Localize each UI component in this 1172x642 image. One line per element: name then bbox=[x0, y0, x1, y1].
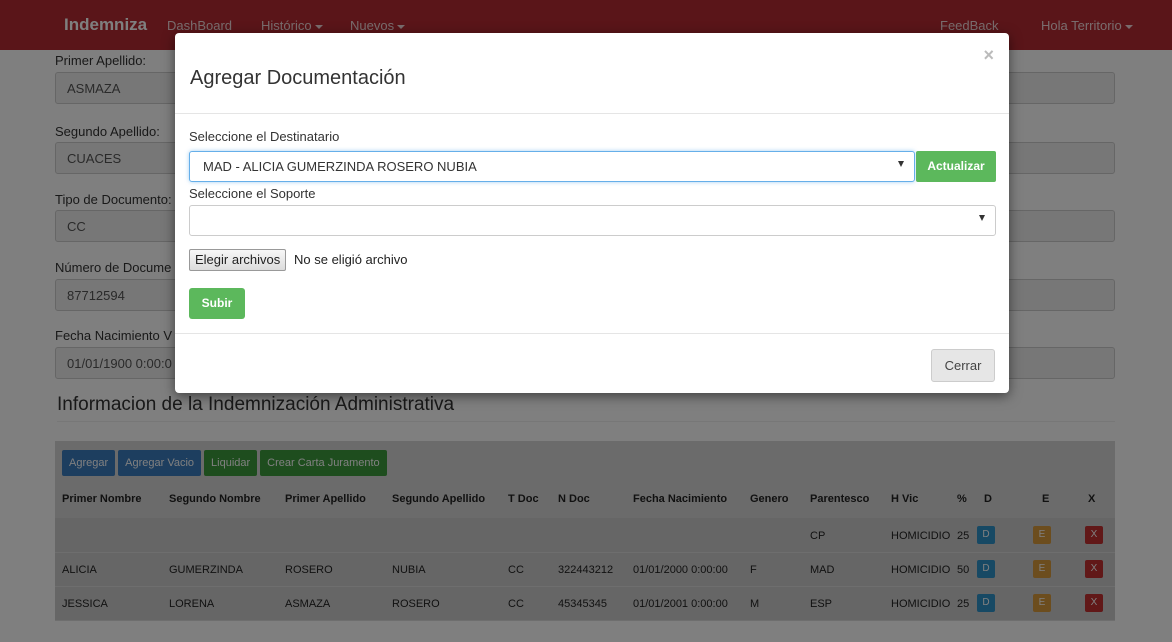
close-icon[interactable]: × bbox=[983, 45, 994, 66]
cerrar-button[interactable]: Cerrar bbox=[931, 349, 995, 382]
modal-footer-divider bbox=[175, 333, 1009, 334]
actualizar-button[interactable]: Actualizar bbox=[916, 151, 996, 182]
soporte-label: Seleccione el Soporte bbox=[189, 186, 316, 201]
file-status-text: No se eligió archivo bbox=[294, 252, 408, 267]
elegir-archivos-button[interactable]: Elegir archivos bbox=[189, 249, 287, 271]
agregar-documentacion-modal: Agregar Documentación × Seleccione el De… bbox=[175, 33, 1009, 393]
subir-button[interactable]: Subir bbox=[189, 288, 245, 319]
dropdown-arrow-icon bbox=[979, 215, 985, 221]
destinatario-label: Seleccione el Destinatario bbox=[189, 129, 340, 144]
modal-header: Agregar Documentación × bbox=[175, 33, 1009, 114]
destinatario-select[interactable]: MAD - ALICIA GUMERZINDA ROSERO NUBIA bbox=[189, 151, 915, 182]
dropdown-arrow-icon bbox=[898, 161, 904, 167]
destinatario-value: MAD - ALICIA GUMERZINDA ROSERO NUBIA bbox=[203, 159, 477, 174]
soporte-select[interactable] bbox=[189, 205, 996, 236]
modal-title: Agregar Documentación bbox=[190, 67, 406, 89]
